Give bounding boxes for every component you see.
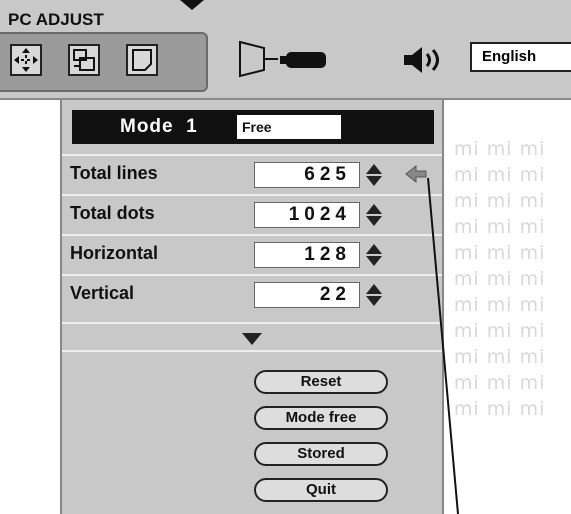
updown-icon[interactable] xyxy=(366,202,382,228)
stored-button[interactable]: Stored xyxy=(254,442,388,466)
row-value[interactable]: 1024 xyxy=(254,202,360,228)
top-menu-bar: PC ADJUST English xyxy=(0,0,571,100)
more-row[interactable] xyxy=(62,322,442,352)
image-icon[interactable] xyxy=(126,44,158,76)
language-button[interactable]: English xyxy=(470,42,571,72)
row-value[interactable]: 22 xyxy=(254,282,360,308)
updown-icon[interactable] xyxy=(366,242,382,268)
row-label: Total dots xyxy=(70,203,155,223)
row-value[interactable]: 128 xyxy=(254,242,360,268)
volume-icon[interactable] xyxy=(400,44,444,81)
adjust-mode-group xyxy=(0,32,208,92)
scroll-down-icon[interactable] xyxy=(242,333,262,345)
pc-adjust-icon[interactable] xyxy=(68,44,100,76)
row-total-dots[interactable]: Total dots 1024 xyxy=(62,194,442,232)
pc-adjust-panel: Mode 1 Free Total lines 625 Total dots 1… xyxy=(60,100,444,514)
mode-label: Mode 1 xyxy=(120,116,198,137)
updown-icon[interactable] xyxy=(366,162,382,188)
quit-button[interactable]: Quit xyxy=(254,478,388,502)
menu-pointer-icon xyxy=(180,0,204,10)
mode-free-button[interactable]: Mode free xyxy=(254,406,388,430)
updown-icon[interactable] xyxy=(366,282,382,308)
screen-icon[interactable] xyxy=(236,40,356,85)
row-label: Total lines xyxy=(70,163,158,183)
reset-button[interactable]: Reset xyxy=(254,370,388,394)
row-horizontal[interactable]: Horizontal 128 xyxy=(62,234,442,272)
page-title: PC ADJUST xyxy=(8,10,104,29)
row-total-lines[interactable]: Total lines 625 xyxy=(62,154,442,192)
row-label: Vertical xyxy=(70,283,135,303)
row-label: Horizontal xyxy=(70,243,158,263)
mode-header: Mode 1 Free xyxy=(72,110,434,144)
position-icon[interactable] xyxy=(10,44,42,76)
row-value[interactable]: 625 xyxy=(254,162,360,188)
row-vertical[interactable]: Vertical 22 xyxy=(62,274,442,312)
selection-arrow-icon xyxy=(404,164,428,189)
mode-value[interactable]: Free xyxy=(237,115,341,139)
